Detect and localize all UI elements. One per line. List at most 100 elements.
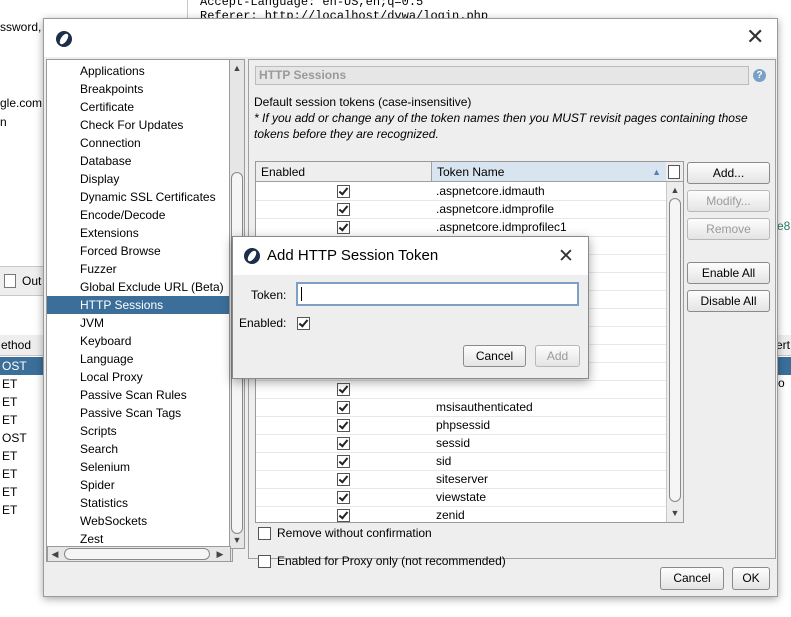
token-enabled-checkbox[interactable] (337, 419, 350, 432)
close-icon[interactable]: ✕ (558, 245, 574, 267)
remove-without-confirmation-checkbox[interactable] (258, 527, 271, 540)
tree-item[interactable]: Global Exclude URL (Beta) (47, 278, 232, 296)
tree-item[interactable]: Encode/Decode (47, 206, 232, 224)
tree-item[interactable]: JVM (47, 314, 232, 332)
tree-hscroll-thumb[interactable] (64, 548, 210, 560)
tree-item[interactable]: Fuzzer (47, 260, 232, 278)
ok-button[interactable]: OK (732, 567, 770, 590)
tree-item[interactable]: Applications (47, 62, 232, 80)
history-row[interactable]: ET (0, 393, 46, 411)
token-name-cell: viewstate (436, 490, 487, 504)
right-fragment: e8 (777, 219, 791, 233)
tree-item[interactable]: Keyboard (47, 332, 232, 350)
remove-without-confirmation-label: Remove without confirmation (277, 526, 432, 540)
output-tab-icon (4, 274, 16, 288)
tree-item[interactable]: WebSockets (47, 512, 232, 530)
proxy-only-checkbox[interactable] (258, 555, 271, 568)
token-enabled-checkbox[interactable] (337, 401, 350, 414)
token-name-cell: .aspnetcore.idmauth (436, 184, 545, 198)
header-line-1: Accept-Language: en-US,en;q=0.5 (200, 0, 424, 9)
history-row[interactable]: ET (0, 411, 46, 429)
token-input[interactable] (296, 282, 579, 306)
tree-item[interactable]: Spider (47, 476, 232, 494)
token-enabled-checkbox[interactable] (337, 185, 350, 198)
add-token-titlebar: Add HTTP Session Token ✕ (233, 237, 588, 275)
enable-all-button[interactable]: Enable All (687, 262, 770, 284)
add-token-button[interactable]: Add... (687, 162, 770, 184)
tree-item[interactable]: Dynamic SSL Certificates (47, 188, 232, 206)
tree-item[interactable]: Passive Scan Tags (47, 404, 232, 422)
history-row[interactable]: OST (0, 357, 46, 375)
tree-item[interactable]: Check For Updates (47, 116, 232, 134)
tree-item[interactable]: Passive Scan Rules (47, 386, 232, 404)
sort-ascending-icon: ▲ (652, 167, 661, 177)
scroll-up-icon[interactable]: ▲ (230, 62, 244, 74)
table-row[interactable]: sid (256, 453, 666, 471)
enabled-column-header[interactable]: Enabled (256, 162, 432, 182)
output-tab[interactable]: Out (22, 274, 41, 288)
tree-horizontal-scrollbar[interactable]: ◀ ▶ (47, 546, 231, 562)
tree-item[interactable]: Search (47, 440, 232, 458)
table-row[interactable]: phpsessid (256, 417, 666, 435)
token-enabled-checkbox[interactable] (337, 383, 350, 396)
table-row[interactable]: .aspnetcore.idmprofile (256, 201, 666, 219)
table-row[interactable]: msisauthenticated (256, 399, 666, 417)
table-row[interactable]: viewstate (256, 489, 666, 507)
close-icon[interactable]: ✕ (746, 27, 764, 49)
tree-item[interactable]: Connection (47, 134, 232, 152)
cancel-button[interactable]: Cancel (660, 567, 724, 590)
tree-item[interactable]: Database (47, 152, 232, 170)
tree-item[interactable]: Language (47, 350, 232, 368)
table-row[interactable]: siteserver (256, 471, 666, 489)
history-row[interactable]: ET (0, 501, 46, 519)
history-row[interactable]: ET (0, 375, 46, 393)
tree-item[interactable]: Display (47, 170, 232, 188)
table-vertical-scrollbar[interactable]: ▲ ▼ (666, 182, 683, 522)
table-row[interactable]: sessid (256, 435, 666, 453)
tree-item[interactable]: Scripts (47, 422, 232, 440)
table-row[interactable]: zenid (256, 507, 666, 522)
token-name-cell: siteserver (436, 472, 489, 486)
table-row[interactable]: .aspnetcore.idmprofilec1 (256, 219, 666, 237)
tree-item[interactable]: Forced Browse (47, 242, 232, 260)
token-enabled-checkbox[interactable] (337, 437, 350, 450)
scroll-right-icon[interactable]: ▶ (215, 548, 225, 560)
dialog-cancel-button[interactable]: Cancel (463, 345, 526, 367)
tree-item[interactable]: Certificate (47, 98, 232, 116)
token-enabled-checkbox[interactable] (337, 509, 350, 522)
token-name-column-header[interactable]: Token Name ▲ (432, 162, 666, 182)
table-row[interactable]: .aspnetcore.idmauth (256, 183, 666, 201)
enabled-checkbox[interactable] (297, 317, 310, 330)
token-enabled-checkbox[interactable] (337, 473, 350, 486)
modify-token-button[interactable]: Modify... (687, 190, 770, 212)
left-fragment-3: n (0, 115, 7, 129)
tree-item[interactable]: Selenium (47, 458, 232, 476)
tree-item[interactable]: Breakpoints (47, 80, 232, 98)
help-icon[interactable]: ? (753, 69, 766, 82)
remove-token-button[interactable]: Remove (687, 218, 770, 240)
selected-row-right (776, 357, 791, 375)
scroll-down-icon[interactable]: ▼ (669, 507, 681, 519)
scroll-down-icon[interactable]: ▼ (230, 534, 244, 546)
token-enabled-checkbox[interactable] (337, 203, 350, 216)
token-enabled-checkbox[interactable] (337, 491, 350, 504)
token-enabled-checkbox[interactable] (337, 221, 350, 234)
scroll-up-icon[interactable]: ▲ (669, 184, 681, 196)
table-scroll-thumb[interactable] (669, 198, 681, 502)
column-chooser-icon[interactable] (666, 162, 683, 182)
token-name-cell: phpsessid (436, 418, 491, 432)
dialog-add-button[interactable]: Add (535, 345, 580, 367)
disable-all-button[interactable]: Disable All (687, 290, 770, 312)
tree-item[interactable]: Local Proxy (47, 368, 232, 386)
history-row[interactable]: ET (0, 483, 46, 501)
history-row[interactable]: ET (0, 465, 46, 483)
tree-item[interactable]: Extensions (47, 224, 232, 242)
table-row[interactable] (256, 381, 666, 399)
token-enabled-checkbox[interactable] (337, 455, 350, 468)
scroll-left-icon[interactable]: ◀ (50, 548, 60, 560)
token-name-header-label: Token Name (437, 165, 505, 179)
tree-item[interactable]: Statistics (47, 494, 232, 512)
history-row[interactable]: ET (0, 447, 46, 465)
history-row[interactable]: OST (0, 429, 46, 447)
tree-item[interactable]: HTTP Sessions (47, 296, 232, 314)
